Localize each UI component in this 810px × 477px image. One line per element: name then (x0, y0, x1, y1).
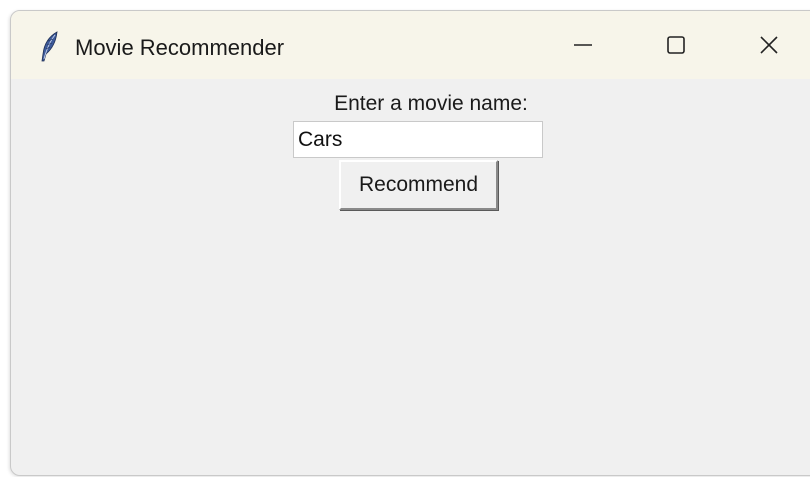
close-button[interactable] (746, 27, 792, 67)
recommend-button[interactable]: Recommend (339, 160, 498, 210)
movie-name-label: Enter a movie name: (334, 92, 528, 115)
close-icon (759, 35, 779, 60)
app-window: Movie Recommender Enter a movie name: Re… (10, 10, 810, 476)
client-area: Enter a movie name: Recommend (11, 79, 810, 475)
minimize-button[interactable] (560, 27, 606, 67)
minimize-icon (573, 35, 593, 60)
title-bar[interactable]: Movie Recommender (11, 11, 810, 79)
window-title: Movie Recommender (75, 35, 285, 60)
movie-name-input[interactable] (293, 121, 543, 158)
feather-icon (39, 31, 61, 63)
maximize-icon (666, 35, 686, 60)
maximize-button[interactable] (653, 27, 699, 67)
